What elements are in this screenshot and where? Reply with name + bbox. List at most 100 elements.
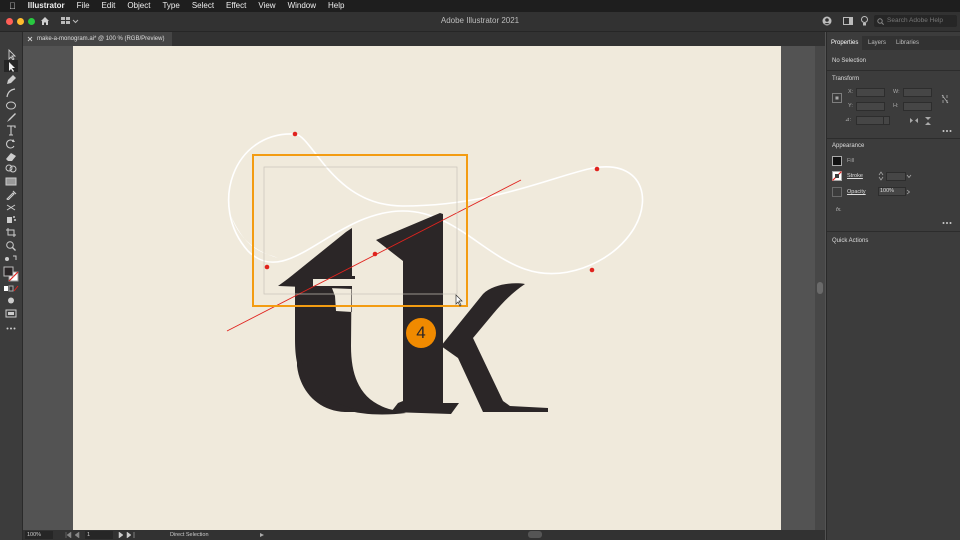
flip-vertical-icon[interactable] <box>924 116 932 126</box>
anchor-point <box>372 251 378 257</box>
fx-button[interactable]: fx. <box>836 207 842 213</box>
glyph-k <box>376 213 459 414</box>
menu-file[interactable]: File <box>71 0 96 12</box>
y-field[interactable] <box>856 102 885 111</box>
zoom-window-button[interactable] <box>28 18 35 25</box>
apple-icon[interactable]:  <box>0 0 22 12</box>
gradient-tool-icon[interactable] <box>4 176 18 187</box>
opacity-link[interactable]: Opacity <box>847 189 866 195</box>
workspace-switcher-icon[interactable] <box>843 17 853 25</box>
close-document-icon[interactable] <box>27 36 33 42</box>
constrain-proportions-icon[interactable] <box>941 94 949 104</box>
anchor-point <box>594 166 600 172</box>
menu-view[interactable]: View <box>252 0 281 12</box>
stroke-weight-field[interactable] <box>886 172 906 181</box>
stroke-weight-stepper-icon[interactable] <box>878 171 884 181</box>
rotate-tool-icon[interactable] <box>4 138 18 149</box>
artboard[interactable]: 4 <box>73 46 781 530</box>
fill-stroke-swatch-icon[interactable] <box>3 266 19 282</box>
status-menu-icon[interactable] <box>259 532 265 538</box>
zoom-tool-icon[interactable] <box>4 240 18 251</box>
document-tab-label: make-a-monogram.ai* @ 100 % (RGB/Preview… <box>37 36 165 42</box>
rotation-field[interactable] <box>856 116 885 125</box>
panel-tabs: Properties Layers Libraries <box>827 36 960 50</box>
stroke-link[interactable]: Stroke <box>847 173 863 179</box>
direct-selection-tool-icon[interactable] <box>4 61 18 72</box>
zoom-level-field[interactable]: 100% <box>25 531 53 539</box>
anchor-point <box>292 131 298 137</box>
menu-select[interactable]: Select <box>186 0 220 12</box>
curvature-tool-icon[interactable] <box>4 87 18 98</box>
menu-help[interactable]: Help <box>322 0 350 12</box>
pen-tool-icon[interactable] <box>4 74 18 85</box>
quick-actions-title: Quick Actions <box>832 238 869 244</box>
home-icon[interactable] <box>40 16 50 26</box>
vertical-scrollbar[interactable] <box>815 46 825 530</box>
screen-mode-icon[interactable] <box>4 308 18 319</box>
ellipse-tool-icon[interactable] <box>4 100 18 111</box>
type-tool-icon[interactable] <box>4 125 18 136</box>
status-bar: 100% 1 Direct Selection <box>23 530 825 540</box>
user-account-icon[interactable] <box>822 16 832 26</box>
menu-type[interactable]: Type <box>156 0 185 12</box>
canvas-area[interactable]: 4 <box>23 46 815 530</box>
discover-lightbulb-icon[interactable] <box>861 16 868 26</box>
fill-swatch[interactable] <box>832 156 842 166</box>
stroke-swatch-icon[interactable] <box>832 171 842 181</box>
eraser-tool-icon[interactable] <box>4 151 18 162</box>
tab-layers[interactable]: Layers <box>868 36 886 50</box>
rotation-dropdown[interactable] <box>883 116 890 125</box>
arrange-documents-icon[interactable] <box>61 17 79 25</box>
document-tab[interactable]: make-a-monogram.ai* @ 100 % (RGB/Preview… <box>23 32 173 46</box>
stroke-weight-dropdown-icon[interactable] <box>906 174 912 179</box>
w-label: W: <box>893 89 900 95</box>
divider <box>827 231 960 232</box>
menu-app-name[interactable]: Illustrator <box>22 0 71 12</box>
application-bar: Adobe Illustrator 2021 Search Adobe Help <box>0 12 960 32</box>
artboard-tool-icon[interactable] <box>4 227 18 238</box>
mouse-cursor-icon <box>455 294 463 307</box>
h-field[interactable] <box>903 102 932 111</box>
opacity-dropdown-icon[interactable] <box>906 189 911 195</box>
more-tools-icon[interactable] <box>4 323 18 334</box>
selection-status: No Selection <box>832 58 867 64</box>
divider <box>827 70 960 71</box>
menu-edit[interactable]: Edit <box>96 0 122 12</box>
selection-tool-icon[interactable] <box>4 49 18 60</box>
paintbrush-tool-icon[interactable] <box>4 112 18 123</box>
w-field[interactable] <box>903 88 932 97</box>
vertical-scroll-thumb[interactable] <box>817 282 823 294</box>
step-badge-number: 4 <box>416 323 426 342</box>
symbol-sprayer-tool-icon[interactable] <box>4 214 18 225</box>
flip-horizontal-icon[interactable] <box>909 117 919 124</box>
transform-section-title: Transform <box>832 76 860 82</box>
opacity-field[interactable]: 100% <box>878 187 906 196</box>
x-field[interactable] <box>856 88 885 97</box>
menu-object[interactable]: Object <box>121 0 156 12</box>
color-mode-icon[interactable] <box>3 285 19 293</box>
swap-fill-stroke-icon[interactable] <box>3 254 19 264</box>
horizontal-scroll-thumb[interactable] <box>528 531 542 538</box>
draw-mode-icon[interactable] <box>4 295 18 306</box>
angle-label: ⊿: <box>845 117 852 123</box>
reference-point-icon[interactable] <box>832 93 842 103</box>
more-appearance-options-icon[interactable] <box>942 221 952 225</box>
shape-builder-tool-icon[interactable] <box>4 163 18 174</box>
tab-properties[interactable]: Properties <box>827 36 863 50</box>
close-window-button[interactable] <box>6 18 13 25</box>
minimize-window-button[interactable] <box>17 18 24 25</box>
menu-effect[interactable]: Effect <box>220 0 252 12</box>
more-transform-options-icon[interactable] <box>942 129 952 133</box>
artwork[interactable] <box>73 46 781 530</box>
eyedropper-tool-icon[interactable] <box>4 189 18 200</box>
help-search-input[interactable]: Search Adobe Help <box>874 15 957 27</box>
tab-libraries[interactable]: Libraries <box>896 36 919 50</box>
y-label: Y: <box>848 103 853 109</box>
properties-panel: Properties Layers Libraries No Selection… <box>826 32 960 540</box>
next-artboard-icon[interactable] <box>117 532 135 538</box>
blend-tool-icon[interactable] <box>4 202 18 213</box>
artboard-number-field[interactable]: 1 <box>85 531 113 539</box>
appearance-section-title: Appearance <box>832 143 865 149</box>
search-icon <box>877 18 884 25</box>
menu-window[interactable]: Window <box>282 0 322 12</box>
